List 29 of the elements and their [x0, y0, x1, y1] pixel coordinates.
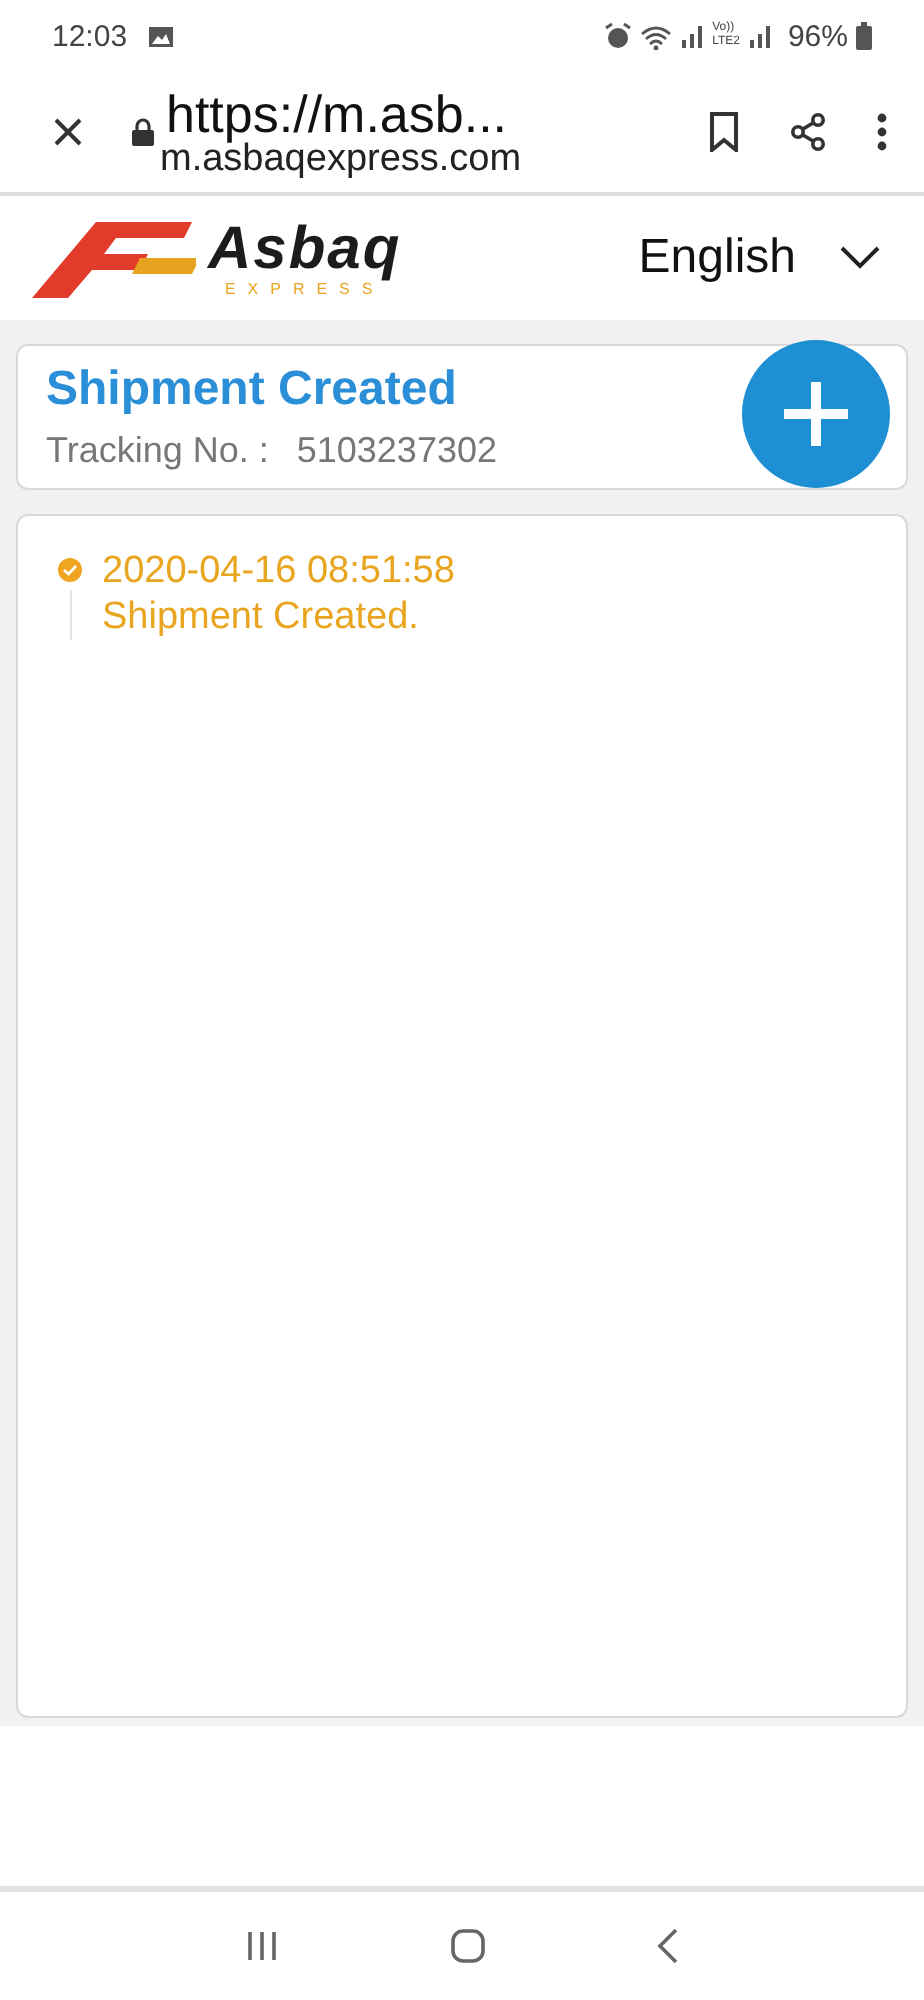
shipment-status: Shipment Created: [46, 362, 459, 418]
home-icon: [449, 1928, 486, 1964]
wifi-icon: [640, 23, 673, 49]
back-icon: [655, 1928, 680, 1964]
alarm-icon: [604, 22, 633, 50]
url-text: m.asbaqexpress.com: [160, 139, 524, 177]
signal-icon: [680, 24, 705, 48]
brand-tagline: EXPRESS: [224, 281, 385, 297]
plus-icon: [780, 377, 852, 449]
bookmark-icon: [708, 112, 740, 152]
page-title: https://m.asb...: [166, 87, 508, 139]
recent-apps-icon: [244, 1930, 281, 1962]
chevron-down-icon: [840, 246, 880, 270]
close-icon: [52, 116, 84, 148]
status-time: 12:03: [52, 19, 128, 53]
battery-level: 96%: [787, 19, 848, 53]
tracking-label: Tracking No. :: [46, 430, 269, 472]
lock-icon: [132, 118, 154, 146]
menu-icon: [876, 112, 888, 152]
logo-icon: [28, 218, 196, 298]
tracking-number: 5103237302: [296, 430, 497, 472]
brand-name: Asbaq: [208, 219, 402, 279]
event-time: 2020-04-16 08:51:58: [102, 548, 455, 595]
language-dropdown[interactable]: English: [638, 230, 880, 286]
signal-icon: [747, 24, 772, 48]
event-description: Shipment Created.: [102, 594, 421, 641]
share-icon: [788, 112, 828, 152]
battery-icon: [856, 22, 872, 50]
image-icon: [147, 25, 174, 47]
